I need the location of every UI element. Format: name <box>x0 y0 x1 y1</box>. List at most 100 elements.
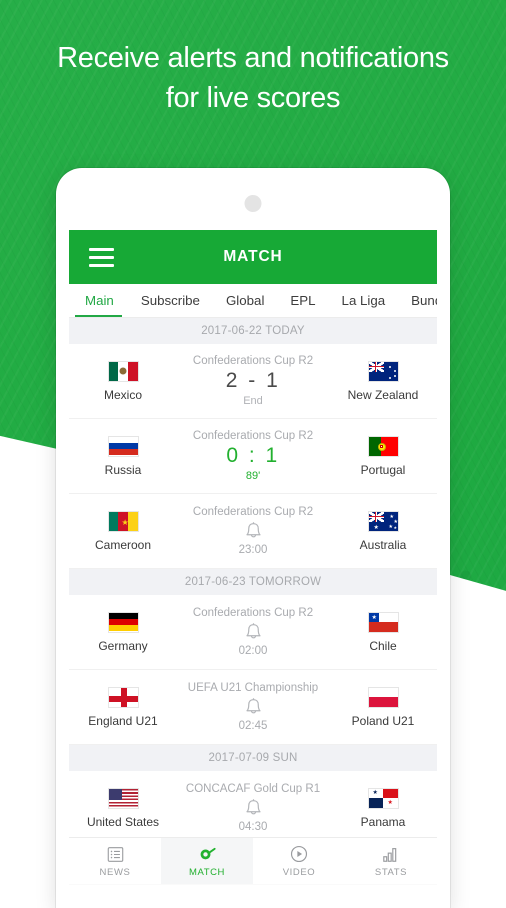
team-name: United States <box>86 814 160 829</box>
home-team: Germany <box>69 611 177 653</box>
match-score: 0 : 1 <box>226 444 280 467</box>
match-status: End <box>243 395 263 407</box>
flag-new-zealand <box>367 360 399 382</box>
date-header: 2017-06-23 TOMORROW <box>69 569 437 595</box>
flag-poland <box>367 686 399 708</box>
headline-line-2: for live scores <box>165 82 341 114</box>
nav-label: STATS <box>374 867 408 878</box>
competition-name: Confederations Cup R2 <box>192 430 314 442</box>
home-team: United States <box>69 787 177 829</box>
team-name: Australia <box>359 537 407 552</box>
match-center: Confederations Cup R2 2 - 1 End <box>177 355 329 407</box>
match-center: CONCACAF Gold Cup R1 04:30 <box>177 783 329 833</box>
bell-icon[interactable] <box>244 621 263 642</box>
team-name: Panama <box>360 814 406 829</box>
tab-label: Subscribe <box>140 293 200 308</box>
app-bar: MATCH <box>69 230 437 284</box>
tab-global[interactable]: Global <box>213 284 277 317</box>
table-row[interactable]: United States CONCACAF Gold Cup R1 04:30 <box>69 771 437 846</box>
flag-australia: ★ ★ ★ ★ ★ <box>367 510 399 532</box>
team-name: Mexico <box>103 387 142 402</box>
league-tabs[interactable]: Main Subscribe Global EPL La Liga Bundes <box>69 284 437 318</box>
team-name: England U21 <box>88 713 158 728</box>
app-screen: MATCH Main Subscribe Global EPL La Liga … <box>69 230 437 885</box>
date-header: 2017-06-22 TODAY <box>69 318 437 344</box>
nav-label: NEWS <box>99 867 131 878</box>
match-list: 2017-06-22 TODAY Mexico Confederations C… <box>69 318 437 846</box>
play-circle-icon <box>290 844 308 864</box>
match-center: UEFA U21 Championship 02:45 <box>177 682 329 732</box>
away-team: ★ Chile <box>329 611 437 653</box>
away-team: Portugal <box>329 435 437 477</box>
home-team: England U21 <box>69 686 177 728</box>
flag-england <box>107 686 139 708</box>
match-center: Confederations Cup R2 0 : 1 89' <box>177 430 329 482</box>
tab-subscribe[interactable]: Subscribe <box>128 284 213 317</box>
bar-chart-icon <box>382 844 400 864</box>
tab-la-liga[interactable]: La Liga <box>329 284 399 317</box>
phone-camera-dot <box>244 195 262 212</box>
team-name: Chile <box>369 638 397 653</box>
bottom-navigation: NEWS MATCH VIDEO STATS <box>69 837 437 884</box>
bell-icon[interactable] <box>244 520 263 541</box>
flag-cameroon: ★ <box>107 510 139 532</box>
team-name: Poland U21 <box>351 713 415 728</box>
nav-label: VIDEO <box>282 867 316 878</box>
list-icon <box>107 844 124 864</box>
home-team: Mexico <box>69 360 177 402</box>
table-row[interactable]: England U21 UEFA U21 Championship 02:45 <box>69 670 437 745</box>
competition-name: Confederations Cup R2 <box>192 506 314 518</box>
competition-name: Confederations Cup R2 <box>192 607 314 619</box>
nav-item-stats[interactable]: STATS <box>345 838 437 884</box>
match-center: Confederations Cup R2 23:00 <box>177 506 329 556</box>
tab-main[interactable]: Main <box>69 284 128 317</box>
home-team: Russia <box>69 435 177 477</box>
hamburger-icon[interactable] <box>89 247 114 267</box>
table-row[interactable]: Mexico Confederations Cup R2 2 - 1 End N… <box>69 344 437 419</box>
flag-portugal <box>367 435 399 457</box>
whistle-icon <box>197 844 217 864</box>
tab-label: Bundes <box>411 293 437 308</box>
tab-label: EPL <box>290 293 316 308</box>
team-name: Germany <box>98 638 148 653</box>
away-team: ★ ★ Panama <box>329 787 437 829</box>
nav-item-video[interactable]: VIDEO <box>253 838 345 884</box>
bell-icon[interactable] <box>244 797 263 818</box>
team-name: Portugal <box>360 462 406 477</box>
tab-bundesliga[interactable]: Bundes <box>398 284 437 317</box>
page-title: MATCH <box>223 248 283 265</box>
headline-line-1: Receive alerts and notifications <box>57 42 449 74</box>
match-score: 2 - 1 <box>225 369 281 392</box>
bell-icon[interactable] <box>244 696 263 717</box>
tab-label: Global <box>225 293 265 308</box>
competition-name: UEFA U21 Championship <box>187 682 319 694</box>
match-status: 89' <box>245 470 261 482</box>
nav-item-news[interactable]: NEWS <box>69 838 161 884</box>
flag-mexico <box>107 360 139 382</box>
team-name: Cameroon <box>94 537 152 552</box>
tab-label: La Liga <box>341 293 386 308</box>
team-name: New Zealand <box>347 387 419 402</box>
away-team: Poland U21 <box>329 686 437 728</box>
home-team: ★ Cameroon <box>69 510 177 552</box>
flag-united-states <box>107 787 139 809</box>
match-time: 02:00 <box>238 645 268 657</box>
competition-name: CONCACAF Gold Cup R1 <box>185 783 321 795</box>
match-time: 04:30 <box>238 821 268 833</box>
phone-mockup: MATCH Main Subscribe Global EPL La Liga … <box>56 168 450 908</box>
tab-label: Main <box>85 293 114 308</box>
nav-item-match[interactable]: MATCH <box>161 838 253 884</box>
tab-epl[interactable]: EPL <box>277 284 328 317</box>
match-time: 02:45 <box>238 720 268 732</box>
promo-headline: Receive alerts and notifications for liv… <box>0 38 506 118</box>
table-row[interactable]: Russia Confederations Cup R2 0 : 1 89' P… <box>69 419 437 494</box>
flag-chile: ★ <box>367 611 399 633</box>
table-row[interactable]: Germany Confederations Cup R2 02:00 ★ Ch… <box>69 595 437 670</box>
match-center: Confederations Cup R2 02:00 <box>177 607 329 657</box>
table-row[interactable]: ★ Cameroon Confederations Cup R2 23:00 ★… <box>69 494 437 569</box>
flag-russia <box>107 435 139 457</box>
away-team: New Zealand <box>329 360 437 402</box>
flag-panama: ★ ★ <box>367 787 399 809</box>
team-name: Russia <box>104 462 142 477</box>
flag-germany <box>107 611 139 633</box>
